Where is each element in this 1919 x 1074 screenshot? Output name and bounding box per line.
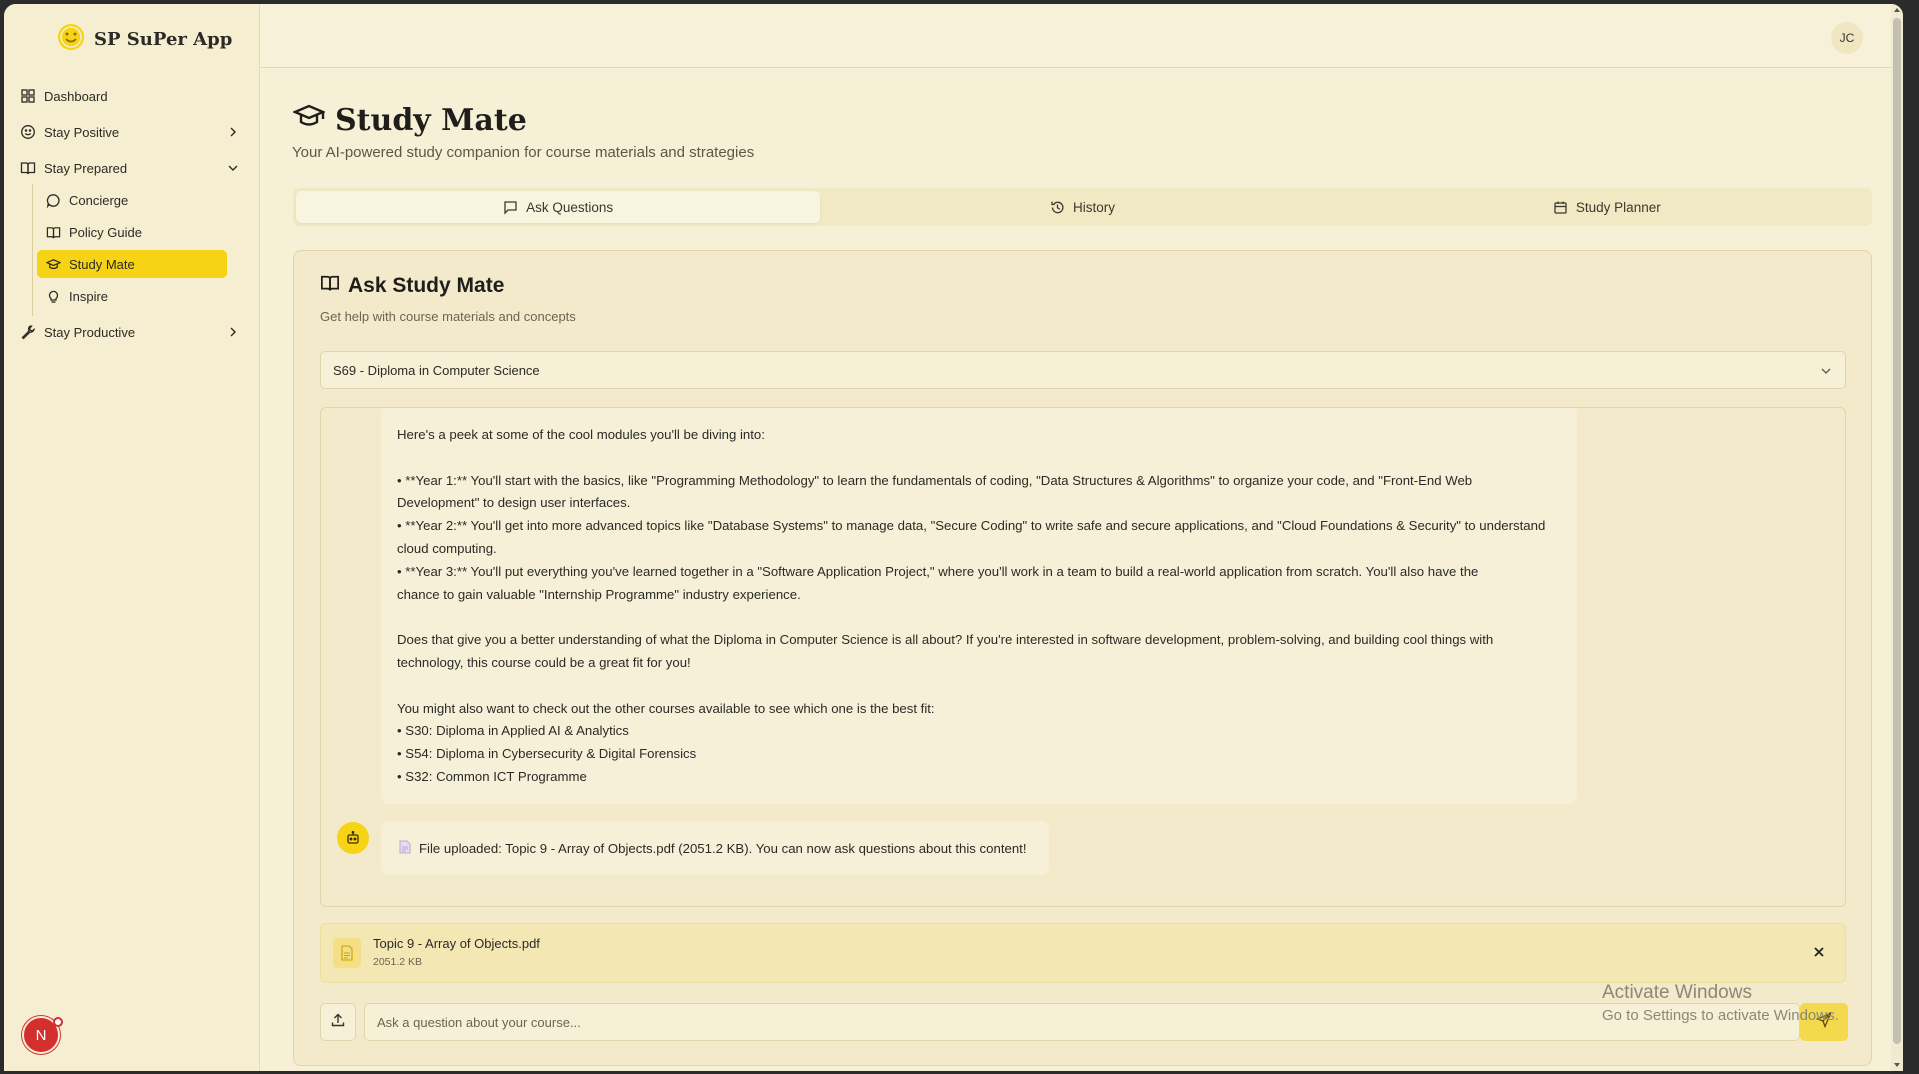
grid-icon (20, 88, 36, 104)
windows-activation-watermark: Activate Windows Go to Settings to activ… (1602, 982, 1839, 1024)
sidebar: SP SuPer App Dashboard Stay Positive Sta… (4, 4, 260, 1071)
ask-study-mate-card: Ask Study Mate Get help with course mate… (293, 250, 1872, 1066)
tab-history[interactable]: History (820, 191, 1344, 223)
bot-icon (337, 822, 369, 854)
sidebar-subitem-label: Concierge (69, 192, 129, 208)
attached-file-size: 2051.2 KB (373, 956, 423, 968)
lightbulb-icon (46, 289, 61, 304)
tab-label: History (1072, 199, 1115, 215)
message-line: Does that give you a better understandin… (397, 632, 1494, 648)
message-line: cloud computing. (397, 540, 497, 556)
sidebar-subitem-concierge[interactable]: Concierge (37, 186, 227, 214)
attached-file: Topic 9 - Array of Objects.pdf 2051.2 KB (320, 923, 1846, 983)
brand[interactable]: SP SuPer App (56, 22, 232, 57)
sidebar-item-dashboard[interactable]: Dashboard (20, 82, 250, 110)
wrench-icon (20, 324, 36, 340)
watermark-line1: Activate Windows (1602, 982, 1752, 1003)
message-line: chance to gain valuable "Internship Prog… (397, 586, 801, 602)
message-square-icon (503, 200, 518, 215)
message-line: • S54: Diploma in Cybersecurity & Digita… (397, 746, 697, 762)
sidebar-item-label: Dashboard (44, 88, 108, 104)
book-open-icon (320, 273, 340, 299)
page-subtitle: Your AI-powered study companion for cour… (292, 144, 755, 161)
chevron-down-icon (226, 161, 240, 175)
message-line: • S30: Diploma in Applied AI & Analytics (397, 723, 629, 739)
page-title-text: Study Mate (335, 102, 527, 138)
message-line: • **Year 3:** You'll put everything you'… (397, 563, 1479, 579)
history-icon (1050, 200, 1065, 215)
sidebar-item-stay-productive[interactable]: Stay Productive (20, 318, 250, 346)
upload-button[interactable] (320, 1003, 356, 1041)
file-upload-text: File uploaded: Topic 9 - Array of Object… (419, 840, 1027, 856)
sidebar-item-label: Stay Positive (44, 124, 120, 140)
message-line: You might also want to check out the oth… (397, 700, 935, 716)
file-icon (333, 938, 361, 968)
graduation-cap-icon (291, 100, 327, 140)
chevron-right-icon (226, 325, 240, 339)
tab-study-planner[interactable]: Study Planner (1345, 191, 1869, 223)
page-scrollbar[interactable] (1891, 4, 1903, 1071)
scrollbar-thumb[interactable] (1893, 18, 1901, 1044)
course-select[interactable]: S69 - Diploma in Computer Science (320, 351, 1846, 389)
card-title: Ask Study Mate (320, 273, 504, 299)
message-line: Here's a peek at some of the cool module… (397, 427, 765, 442)
chevron-right-icon (226, 125, 240, 139)
message-line: Development" to design user interfaces. (397, 495, 631, 511)
user-menu-avatar[interactable]: JC (1831, 22, 1863, 54)
top-bar: JC (261, 4, 1903, 68)
app-name: SP SuPer App (94, 29, 233, 50)
sidebar-item-stay-positive[interactable]: Stay Positive (20, 118, 250, 146)
submenu-guide-line (32, 184, 33, 316)
sidebar-item-label: Stay Productive (44, 324, 136, 340)
tab-label: Ask Questions (526, 199, 614, 215)
notification-dot (53, 1017, 63, 1027)
chat-messages[interactable]: Here's a peek at some of the cool module… (320, 407, 1846, 907)
message-line: • S32: Common ICT Programme (397, 768, 587, 784)
tab-bar: Ask Questions History Study Planner (293, 188, 1872, 226)
scroll-up-icon[interactable] (1893, 6, 1901, 14)
message-line: • **Year 2:** You'll get into more advan… (397, 518, 1546, 534)
sidebar-subitem-study-mate[interactable]: Study Mate (37, 250, 227, 278)
close-icon[interactable] (1811, 944, 1827, 960)
document-icon (399, 840, 411, 857)
upload-icon (330, 1012, 346, 1033)
sidebar-subitem-label: Policy Guide (69, 224, 142, 240)
chat-bubble-icon (46, 193, 61, 208)
scroll-down-icon[interactable] (1893, 1061, 1901, 1069)
card-title-text: Ask Study Mate (348, 274, 505, 297)
tab-ask-questions[interactable]: Ask Questions (296, 191, 821, 223)
tab-label: Study Planner (1575, 199, 1661, 215)
course-select-value: S69 - Diploma in Computer Science (333, 362, 540, 378)
book-open-icon (20, 160, 36, 176)
book-open-icon (46, 225, 61, 240)
sidebar-subitem-label: Inspire (69, 288, 109, 304)
sidebar-item-label: Stay Prepared (44, 160, 128, 176)
message-line: • **Year 1:** You'll start with the basi… (397, 472, 1473, 488)
sidebar-item-stay-prepared[interactable]: Stay Prepared (20, 154, 250, 182)
question-input[interactable] (364, 1003, 1800, 1041)
file-upload-message: File uploaded: Topic 9 - Array of Object… (381, 821, 1049, 875)
message-line: technology, this course could be a great… (397, 654, 691, 670)
sidebar-subitem-inspire[interactable]: Inspire (37, 282, 227, 310)
attached-file-name: Topic 9 - Array of Objects.pdf (373, 936, 540, 951)
smile-icon (20, 124, 36, 140)
smile-logo-icon (56, 22, 86, 57)
assistant-message: Here's a peek at some of the cool module… (381, 408, 1577, 804)
app-window: SP SuPer App Dashboard Stay Positive Sta… (4, 4, 1903, 1071)
graduation-cap-icon (46, 257, 61, 272)
calendar-icon (1553, 200, 1568, 215)
watermark-line2: Go to Settings to activate Windows. (1602, 1007, 1839, 1024)
sidebar-subitem-label: Study Mate (69, 256, 135, 272)
chevron-down-icon (1819, 364, 1833, 378)
sidebar-subitem-policy-guide[interactable]: Policy Guide (37, 218, 227, 246)
page-title: Study Mate (291, 100, 527, 140)
card-subtitle: Get help with course materials and conce… (320, 309, 576, 324)
